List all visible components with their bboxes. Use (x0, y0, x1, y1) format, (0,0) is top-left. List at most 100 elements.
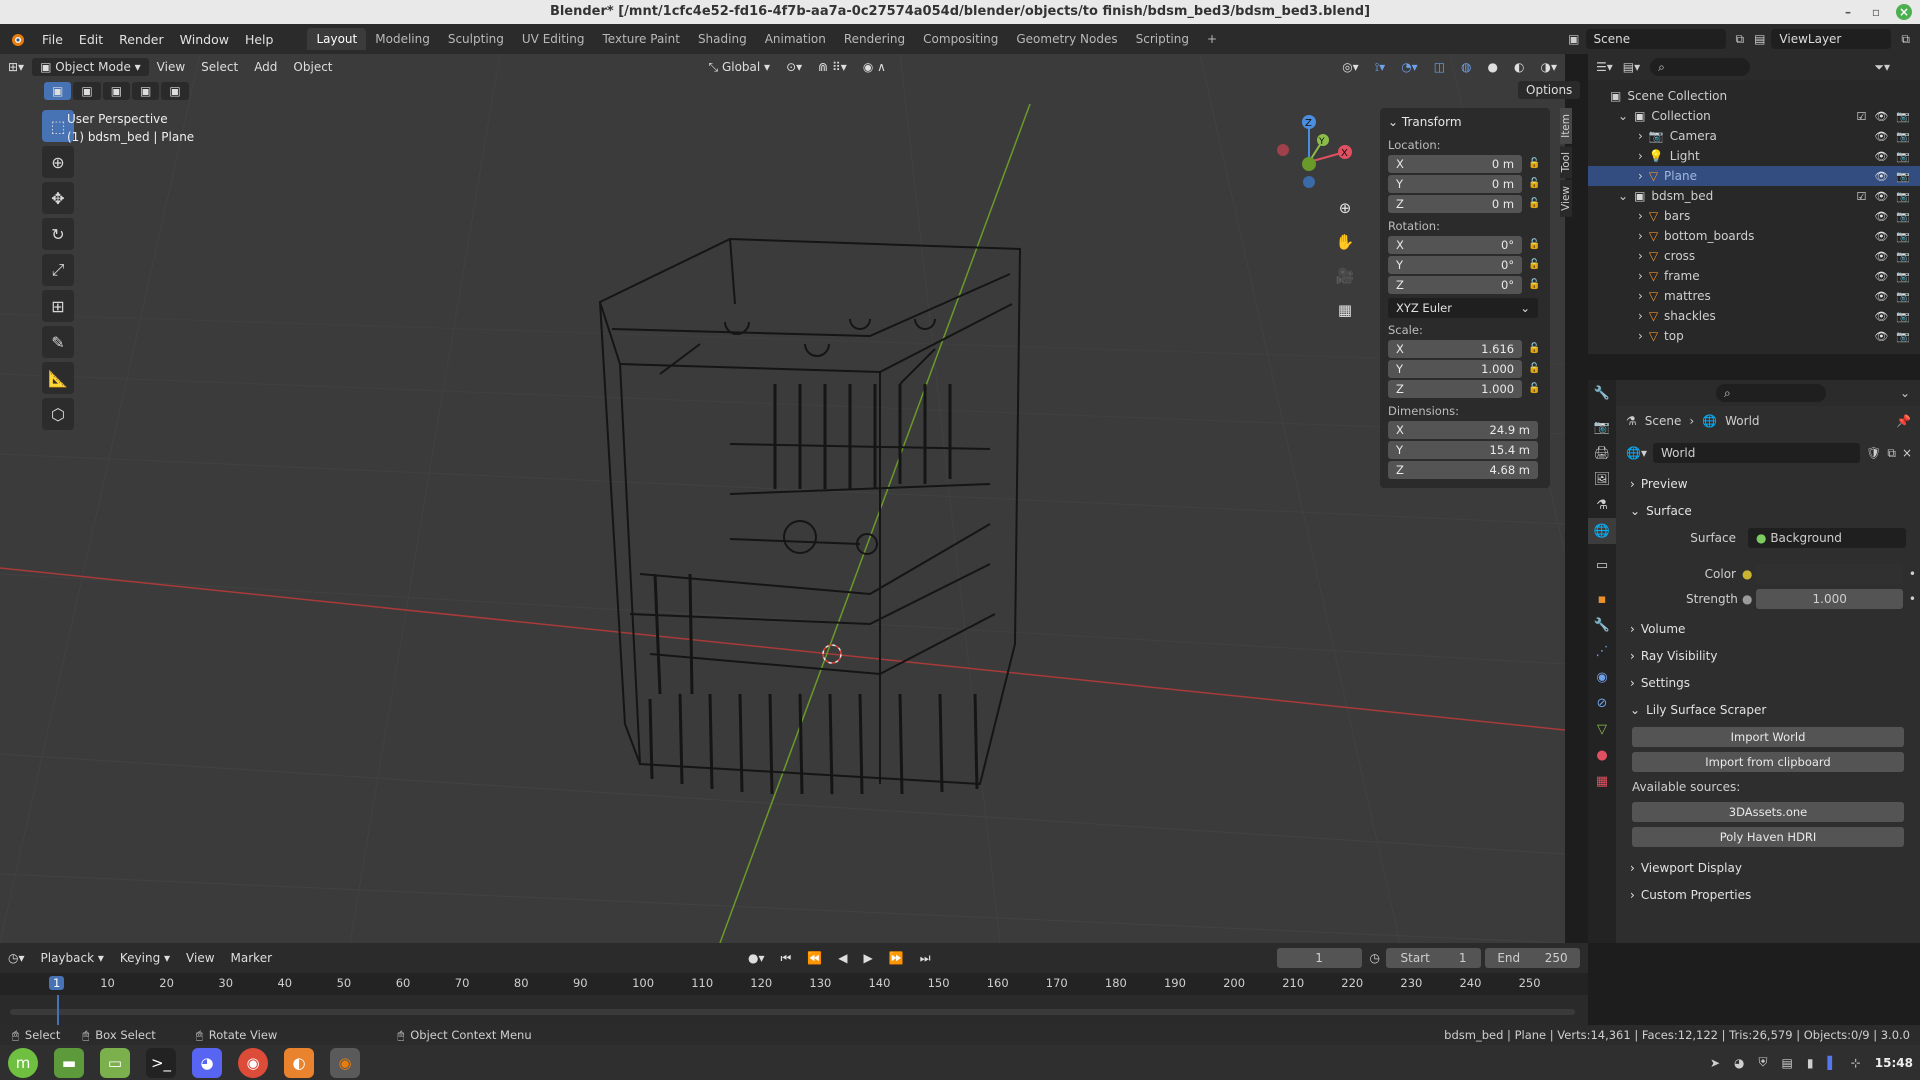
eye-icon[interactable]: 👁 (1874, 190, 1888, 203)
add-workspace-button[interactable]: + (1198, 28, 1226, 50)
timeline-track[interactable] (0, 995, 1588, 1025)
menu-window[interactable]: Window (172, 32, 237, 47)
minimize-icon[interactable]: – (1840, 4, 1856, 20)
modifier-props-icon[interactable]: 🔧 (1588, 612, 1616, 638)
tab-shading[interactable]: Shading (689, 28, 756, 50)
expand-icon[interactable]: › (1638, 169, 1643, 183)
scene-props-icon[interactable]: ⚗ (1588, 492, 1616, 518)
rotation-x-field[interactable]: X 0° (1388, 235, 1523, 254)
location-y-field[interactable]: Y 0 m (1388, 174, 1523, 193)
lock-icon[interactable]: 🔓 (1528, 383, 1542, 394)
keyboard-layout-icon[interactable]: ▌ (1828, 1056, 1837, 1070)
tab-tool[interactable]: Tool (1560, 145, 1572, 179)
section-viewport-display[interactable]: › Viewport Display (1620, 856, 1916, 880)
tab-modeling[interactable]: Modeling (366, 28, 439, 50)
gizmo-neg-x-icon[interactable] (1277, 144, 1289, 156)
current-frame-field[interactable]: 1 (1276, 948, 1362, 968)
scene-type-icon[interactable]: ▣ (1568, 32, 1579, 46)
outliner-row-Light[interactable]: › 💡 Light 👁 📷 (1588, 146, 1920, 166)
outliner-row-frame[interactable]: › ▽ frame 👁 📷 (1588, 266, 1920, 286)
outliner-row-Plane[interactable]: › ▽ Plane 👁 📷 (1588, 166, 1920, 186)
include-checkbox-icon[interactable]: ☑ (1856, 110, 1866, 123)
end-frame-field[interactable]: End 250 (1485, 948, 1580, 968)
expand-icon[interactable]: › (1638, 249, 1643, 263)
timeline-ruler[interactable]: 1 10 20 30 40 50 60 70 80 90 100 110 120 130 140 150 160… (0, 973, 1588, 995)
lock-icon[interactable]: 🔓 (1528, 178, 1542, 189)
lock-icon[interactable]: 🔓 (1528, 363, 1542, 374)
strength-socket-icon[interactable]: ● (1742, 592, 1752, 606)
chrome-icon[interactable]: ◉ (238, 1047, 268, 1078)
outliner-row-top[interactable]: › ▽ top 👁 📷 (1588, 326, 1920, 346)
annotate-tool-icon[interactable]: ✎ (42, 326, 74, 358)
color-keyframe-icon[interactable]: • (1909, 567, 1916, 581)
strength-keyframe-icon[interactable]: • (1909, 592, 1916, 606)
viewport-menu-view[interactable]: View (149, 58, 193, 76)
file-manager-icon[interactable]: ▭ (100, 1047, 130, 1078)
scale-x-field[interactable]: X 1.616 (1388, 339, 1523, 358)
properties-options-icon[interactable]: ⌄ (1900, 386, 1910, 400)
telegram-tray-icon[interactable]: ➤ (1710, 1056, 1720, 1070)
clock[interactable]: 15:48 (1875, 1056, 1913, 1070)
outliner-row-bottom_boards[interactable]: › ▽ bottom_boards 👁 📷 (1588, 226, 1920, 246)
section-settings[interactable]: › Settings (1620, 671, 1916, 695)
render-visibility-icon[interactable]: 📷 (1896, 210, 1910, 223)
playhead-line[interactable] (57, 995, 59, 1025)
select-new-icon[interactable]: ▣ (44, 82, 72, 100)
expand-icon[interactable]: › (1638, 329, 1643, 343)
outliner-row-bdsm_bed[interactable]: ⌄ ▣ bdsm_bed ☑ 👁 📷 (1588, 186, 1920, 206)
terminal-icon[interactable]: >_ (146, 1047, 176, 1078)
scale-y-field[interactable]: Y 1.000 (1388, 359, 1523, 378)
eye-icon[interactable]: 👁 (1874, 330, 1888, 343)
lock-icon[interactable]: 🔓 (1528, 239, 1542, 250)
lock-icon[interactable]: 🔓 (1528, 158, 1542, 169)
lock-icon[interactable]: 🔓 (1528, 259, 1542, 270)
shading-material-icon[interactable]: ◐ (1506, 58, 1532, 76)
import-world-button[interactable]: Import World (1632, 727, 1904, 747)
dimension-x-field[interactable]: X 24.9 m (1388, 420, 1538, 439)
section-lily-surface-scraper[interactable]: ⌄ Lily Surface Scraper (1620, 698, 1916, 722)
mint-menu-icon[interactable]: m (8, 1047, 38, 1078)
section-surface[interactable]: ⌄ Surface (1620, 499, 1916, 523)
expand-icon[interactable]: › (1638, 269, 1643, 283)
expand-icon[interactable]: › (1638, 229, 1643, 243)
cursor-tool-icon[interactable]: ⊕ (42, 146, 74, 178)
expand-icon[interactable]: › (1638, 129, 1643, 143)
import-clipboard-button[interactable]: Import from clipboard (1632, 752, 1904, 772)
battery-tray-icon[interactable]: ▮ (1807, 1056, 1814, 1070)
gizmo-toggle-icon[interactable]: ⟟▾ (1367, 58, 1394, 77)
outliner-row-bars[interactable]: › ▽ bars 👁 📷 (1588, 206, 1920, 226)
gizmo-neg-y-icon[interactable] (1302, 157, 1316, 171)
lock-icon[interactable]: 🔓 (1528, 198, 1542, 209)
transform-header[interactable]: ⌄ Transform (1388, 112, 1542, 132)
scene-selector[interactable]: Scene (1585, 29, 1726, 49)
view-layer-icon[interactable]: ▤ (1754, 32, 1765, 46)
outliner-row-mattres[interactable]: › ▽ mattres 👁 📷 (1588, 286, 1920, 306)
tab-animation[interactable]: Animation (756, 28, 835, 50)
measure-tool-icon[interactable]: 📐 (42, 362, 74, 394)
blender-logo-icon[interactable] (0, 31, 34, 47)
network-tray-icon[interactable]: ⊹ (1851, 1056, 1861, 1070)
render-visibility-icon[interactable]: 📷 (1896, 190, 1910, 203)
select-subtract-icon[interactable]: ▣ (102, 82, 131, 100)
eye-icon[interactable]: 👁 (1874, 270, 1888, 283)
duplicate-world-icon[interactable]: ⧉ (1887, 446, 1896, 461)
outliner-row-Camera[interactable]: › 📷 Camera 👁 📷 (1588, 126, 1920, 146)
eye-icon[interactable]: 👁 (1874, 210, 1888, 223)
eye-icon[interactable]: 👁 (1874, 290, 1888, 303)
menu-render[interactable]: Render (111, 32, 172, 47)
tab-view[interactable]: View (1560, 180, 1572, 218)
camera-view-icon[interactable]: 🎥 (1331, 262, 1359, 290)
timeline-scrollbar[interactable] (10, 1009, 1575, 1015)
source-3dassets-button[interactable]: 3DAssets.one (1632, 802, 1904, 822)
options-button[interactable]: Options (1518, 81, 1581, 99)
render-visibility-icon[interactable]: 📷 (1896, 150, 1910, 163)
properties-search-input[interactable]: ⌕ (1716, 384, 1826, 402)
surface-shader-field[interactable]: ● Background (1748, 528, 1906, 548)
outliner-search-input[interactable]: ⌕ (1650, 58, 1751, 76)
tab-geometry-nodes[interactable]: Geometry Nodes (1007, 28, 1126, 50)
expand-icon[interactable]: ⌄ (1618, 109, 1628, 123)
render-visibility-icon[interactable]: 📷 (1896, 230, 1910, 243)
discord-tray-icon[interactable]: ◕ (1734, 1056, 1744, 1070)
overlays-icon[interactable]: ◔▾ (1393, 58, 1426, 76)
eye-icon[interactable]: 👁 (1874, 150, 1888, 163)
